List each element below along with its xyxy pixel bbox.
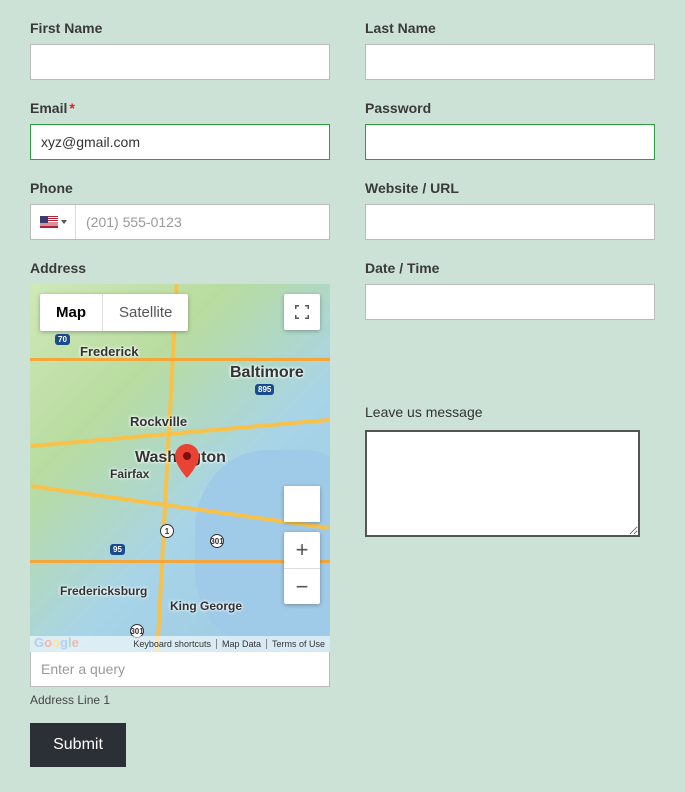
map-terms-link[interactable]: Terms of Use [266,639,330,649]
chevron-down-icon [61,220,67,224]
address-map[interactable]: Frederick Baltimore Rockville Washington… [30,284,330,652]
password-input[interactable] [365,124,655,160]
message-label: Leave us message [365,404,655,420]
map-city-king-george: King George [170,599,242,613]
address-query-input[interactable] [30,651,330,687]
map-fullscreen-button[interactable] [284,294,320,330]
map-shield-i70: 70 [55,334,70,345]
address-label: Address [30,260,330,276]
map-city-rockville: Rockville [130,414,187,429]
map-pin-icon [175,444,199,483]
map-type-map-button[interactable]: Map [40,294,102,331]
website-input[interactable] [365,204,655,240]
email-input[interactable] [30,124,330,160]
map-zoom-in-button[interactable]: + [284,532,320,568]
email-label: Email* [30,100,330,116]
fullscreen-icon [294,304,310,320]
map-footer: Keyboard shortcuts Map Data Terms of Use [30,636,330,652]
password-label: Password [365,100,655,116]
message-textarea[interactable] [365,430,640,537]
last-name-input[interactable] [365,44,655,80]
map-city-baltimore: Baltimore [230,364,304,382]
first-name-input[interactable] [30,44,330,80]
map-type-satellite-button[interactable]: Satellite [102,294,188,331]
map-shield-us1: 1 [160,524,174,538]
phone-label: Phone [30,180,330,196]
us-flag-icon [40,216,58,228]
map-city-fairfax: Fairfax [110,467,149,481]
submit-button[interactable]: Submit [30,723,126,767]
map-streetview-control[interactable] [284,486,320,522]
map-zoom-out-button[interactable]: − [284,568,320,604]
last-name-label: Last Name [365,20,655,36]
required-marker: * [69,100,74,116]
map-city-frederick: Frederick [80,344,139,359]
map-shield-i95: 95 [110,544,125,555]
map-keyboard-shortcuts-link[interactable]: Keyboard shortcuts [128,639,216,649]
map-shield-us301a: 301 [210,534,224,548]
first-name-label: First Name [30,20,330,36]
phone-country-selector[interactable] [31,205,76,239]
map-shield-i895: 895 [255,384,274,395]
map-type-control: Map Satellite [40,294,188,331]
map-city-fredericksburg: Fredericksburg [60,584,147,598]
phone-input[interactable] [76,205,329,239]
map-zoom-control: + − [284,532,320,604]
address-line1-label: Address Line 1 [30,693,330,707]
website-label: Website / URL [365,180,655,196]
datetime-label: Date / Time [365,260,655,276]
datetime-input[interactable] [365,284,655,320]
map-data-link[interactable]: Map Data [216,639,266,649]
